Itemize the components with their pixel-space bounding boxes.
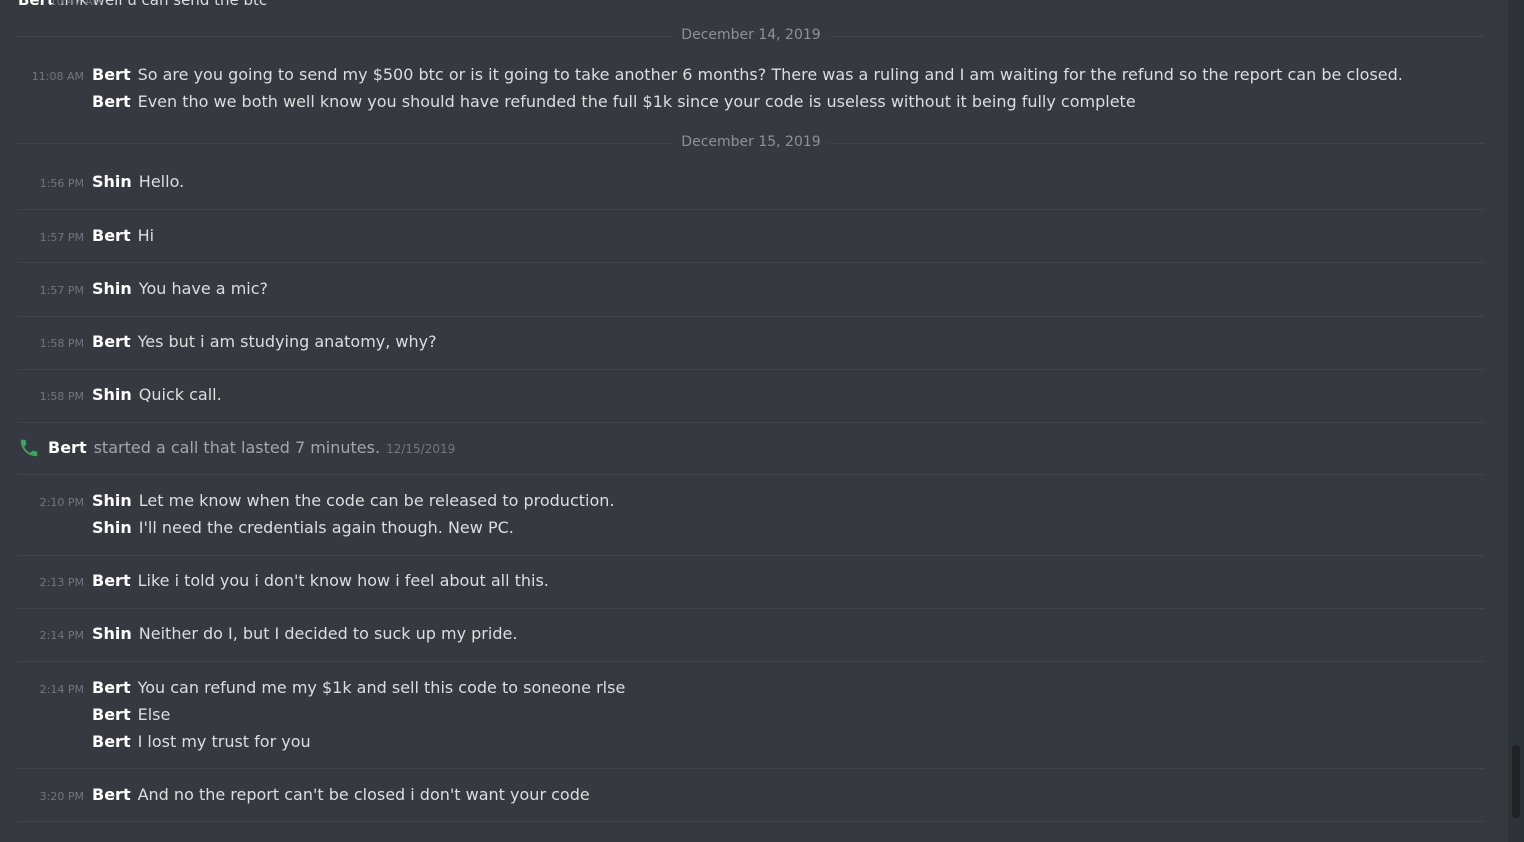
- message-text: I lost my trust for you: [137, 732, 311, 751]
- message-text: Like i told you i don't know how i feel …: [137, 571, 549, 590]
- message-separator: [18, 369, 1484, 370]
- timestamp[interactable]: 2:14 PM: [0, 679, 84, 701]
- message-separator: [18, 316, 1484, 317]
- message-separator: [18, 608, 1484, 609]
- timestamp[interactable]: 1:57 PM: [0, 227, 84, 249]
- author-name[interactable]: Bert: [48, 438, 87, 457]
- timestamp[interactable]: 3:20 PM: [0, 786, 84, 808]
- author-name[interactable]: Bert: [92, 332, 131, 351]
- message-line: Bert Hi: [92, 225, 154, 247]
- message-text: Hello.: [138, 172, 185, 191]
- message-separator: [18, 262, 1484, 263]
- scrollbar-thumb[interactable]: [1512, 745, 1520, 818]
- message-line: Bert Even tho we both well know you shoul…: [92, 91, 1136, 113]
- author-name[interactable]: Bert: [92, 732, 131, 751]
- message-text: And no the report can't be closed i don'…: [137, 785, 590, 804]
- message-text: You can refund me my $1k and sell this c…: [137, 678, 626, 697]
- date-divider: December 14, 2019: [18, 27, 1484, 43]
- message-text: Hi: [137, 226, 155, 245]
- timestamp[interactable]: 2:10 PM: [0, 492, 84, 514]
- partial-message: 10:47 AM Bert Imk well u can send the btc: [18, 0, 267, 9]
- message-list: 10:47 AM Bert Imk well u can send the btc …: [0, 0, 1508, 842]
- date-divider-label: December 15, 2019: [671, 134, 831, 150]
- message-line: Bert I lost my trust for you: [92, 731, 311, 753]
- author-name[interactable]: Bert: [92, 92, 131, 111]
- message-text: Quick call.: [138, 385, 222, 404]
- message-separator: [18, 422, 1484, 423]
- author-name[interactable]: Shin: [92, 385, 132, 404]
- message-text: You have a mic?: [138, 279, 269, 298]
- author-name[interactable]: Bert: [92, 65, 131, 84]
- message-line: Bert You can refund me my $1k and sell th…: [92, 677, 625, 699]
- message-text: I'll need the credentials again though. …: [138, 518, 514, 537]
- author-name[interactable]: Shin: [92, 491, 132, 510]
- call-date: 12/15/2019: [386, 442, 456, 456]
- message-line: Shin Let me know when the code can be rel…: [92, 490, 614, 512]
- message-text: Let me know when the code can be release…: [138, 491, 615, 510]
- timestamp[interactable]: 1:58 PM: [0, 386, 84, 408]
- message-line: Bert Yes but i am studying anatomy, why?: [92, 331, 437, 353]
- author-name[interactable]: Shin: [92, 279, 132, 298]
- timestamp[interactable]: 1:58 PM: [0, 333, 84, 355]
- message-line: Shin I'll need the credentials again thou…: [92, 517, 514, 539]
- timestamp[interactable]: 11:08 AM: [0, 66, 84, 88]
- phone-icon: [18, 437, 40, 459]
- timestamp[interactable]: 2:14 PM: [0, 625, 84, 647]
- date-divider: December 15, 2019: [18, 134, 1484, 150]
- message-separator: [18, 209, 1484, 210]
- scrollbar-track[interactable]: [1508, 0, 1524, 842]
- message-line: Bert Else: [92, 704, 170, 726]
- call-system-message: Bert started a call that lasted 7 minutes…: [18, 437, 455, 459]
- message-text: Yes but i am studying anatomy, why?: [137, 332, 437, 351]
- message-text: Even tho we both well know you should ha…: [137, 92, 1136, 111]
- timestamp[interactable]: 1:56 PM: [0, 173, 84, 195]
- message-text: Neither do I, but I decided to suck up m…: [138, 624, 518, 643]
- author-name[interactable]: Bert: [92, 226, 131, 245]
- message-line: Shin Hello.: [92, 171, 184, 193]
- author-name[interactable]: Bert: [92, 705, 131, 724]
- call-text: started a call that lasted 7 minutes.: [93, 438, 381, 457]
- message-line: Shin Neither do I, but I decided to suck …: [92, 623, 517, 645]
- message-separator: [18, 821, 1484, 822]
- message-text: Else: [137, 705, 171, 724]
- message-line: Bert So are you going to send my $500 btc…: [92, 64, 1403, 86]
- message-line: Shin Quick call.: [92, 384, 222, 406]
- author-name[interactable]: Shin: [92, 518, 132, 537]
- timestamp[interactable]: 2:13 PM: [0, 572, 84, 594]
- author-name[interactable]: Shin: [92, 624, 132, 643]
- author-name[interactable]: Bert: [92, 571, 131, 590]
- message-separator: [18, 661, 1484, 662]
- author-name[interactable]: Bert: [92, 678, 131, 697]
- message-line: Bert And no the report can't be closed i …: [92, 784, 590, 806]
- author-name[interactable]: Shin: [92, 172, 132, 191]
- message-line: Shin You have a mic?: [92, 278, 268, 300]
- author-name[interactable]: Bert: [92, 785, 131, 804]
- timestamp[interactable]: 1:57 PM: [0, 280, 84, 302]
- message-line: Bert Like i told you i don't know how i f…: [92, 570, 549, 592]
- message-separator: [18, 768, 1484, 769]
- message-separator: [18, 555, 1484, 556]
- date-divider-label: December 14, 2019: [671, 27, 831, 43]
- message-text: So are you going to send my $500 btc or …: [137, 65, 1403, 84]
- message-separator: [18, 474, 1484, 475]
- timestamp: 10:47 AM: [49, 0, 102, 8]
